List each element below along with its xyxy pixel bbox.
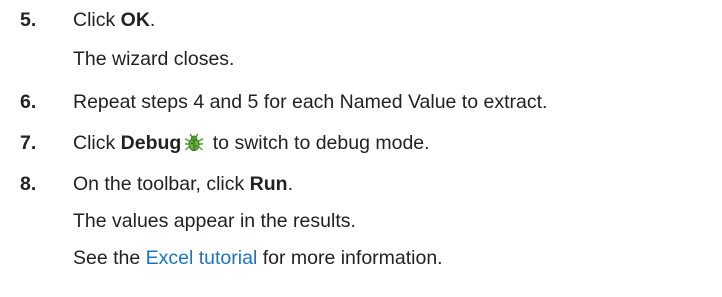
step-result-text: The wizard closes. [73, 48, 235, 70]
step-text: On the toolbar, click Run. [73, 172, 293, 196]
step-text-pre: Click [73, 132, 121, 154]
step-text-pre: On the toolbar, click [73, 173, 250, 195]
note-text-pre: See the [73, 247, 146, 269]
step-result-text: The values appear in the results. [73, 210, 356, 232]
note-text-post: for more information. [257, 247, 443, 269]
step-text: Repeat steps 4 and 5 for each Named Valu… [73, 91, 548, 113]
step-number: 5. [20, 9, 37, 31]
run-button-reference: Run [249, 173, 288, 195]
ok-button-reference: OK [120, 9, 150, 31]
debug-bug-icon [185, 133, 204, 151]
excel-tutorial-link[interactable]: Excel tutorial [146, 247, 258, 269]
step-number: 6. [20, 91, 37, 113]
instruction-steps: 5. Click OK. The wizard closes. 6. Repea… [0, 0, 722, 297]
step-number: 8. [20, 173, 37, 195]
debug-button-reference: Debug [120, 132, 182, 154]
step-text-post: . [287, 173, 293, 195]
step-note-text: See the Excel tutorial for more informat… [73, 246, 443, 270]
step-text: Click OK. [73, 8, 155, 32]
step-text-pre: Click [73, 9, 121, 31]
step-number: 7. [20, 132, 37, 154]
step-text: Click Debug to switch to debug mode. [73, 131, 430, 155]
step-text-post: . [149, 9, 156, 31]
step-text-post: to switch to debug mode. [207, 132, 430, 154]
